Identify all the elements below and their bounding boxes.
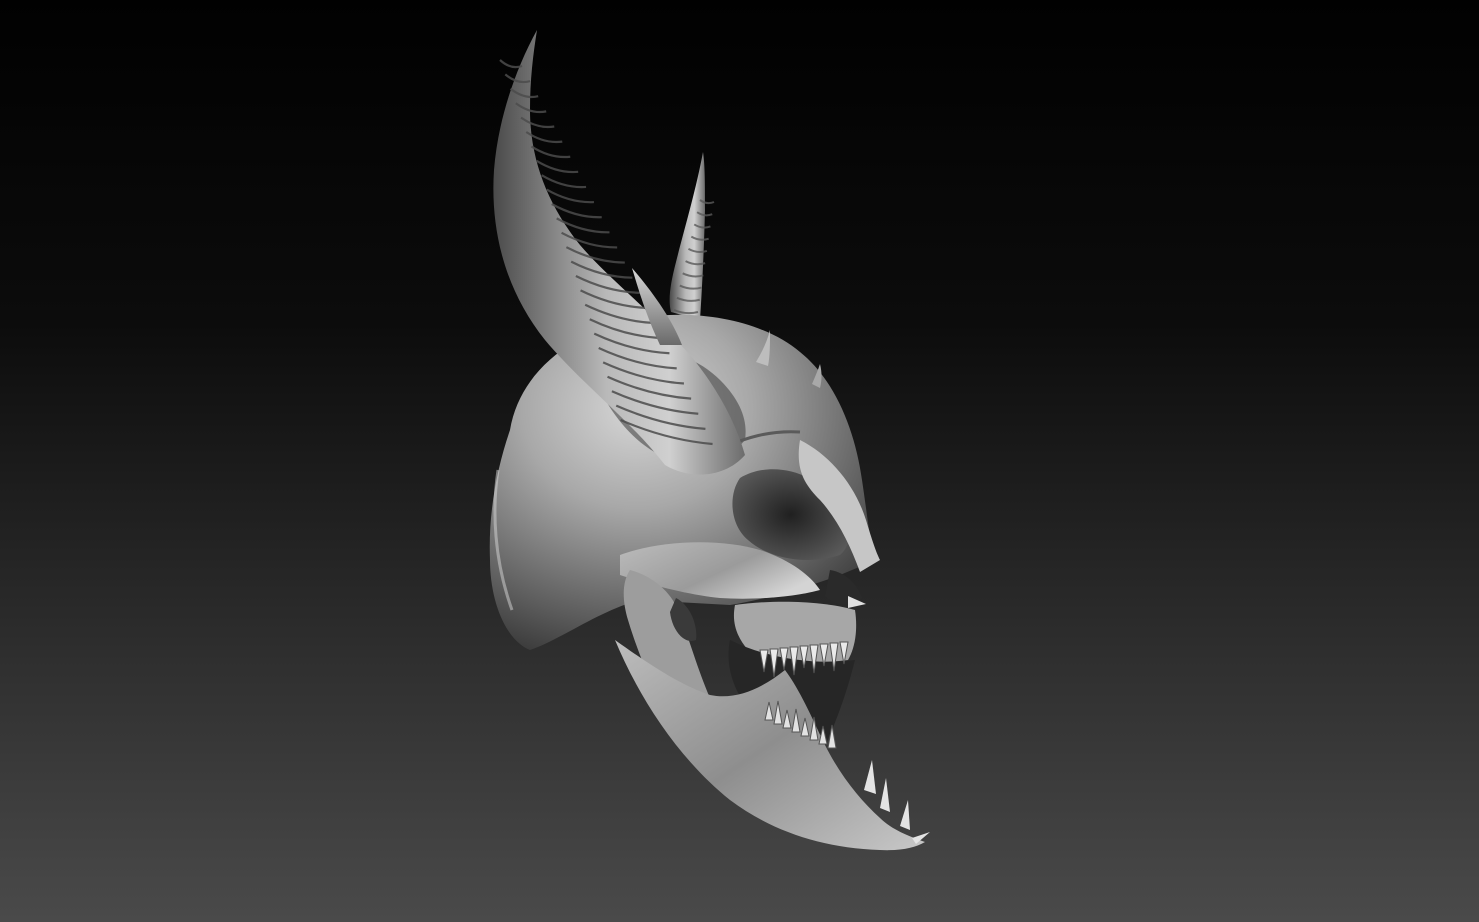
render-canvas[interactable] [0, 0, 1479, 922]
render-viewport[interactable] [0, 0, 1479, 922]
